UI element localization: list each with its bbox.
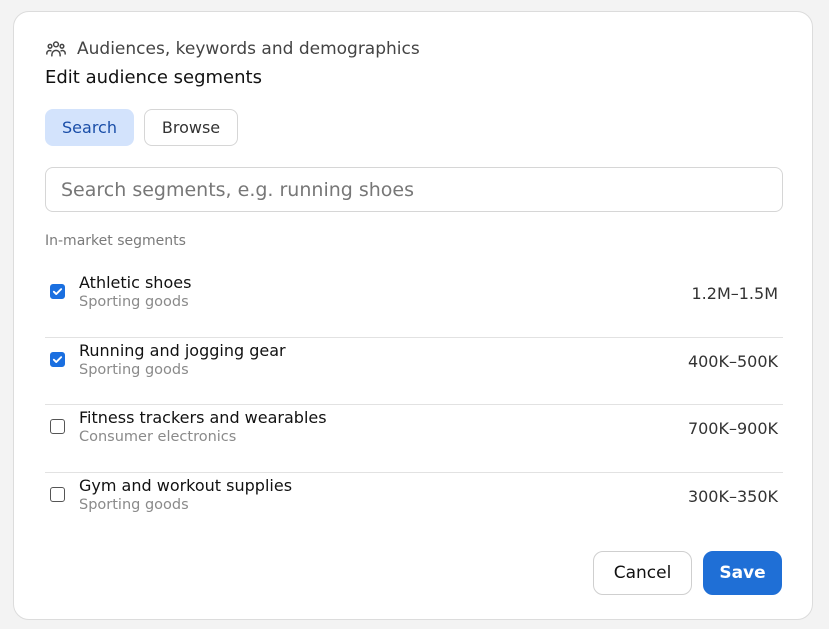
segment-list: Athletic shoes Sporting goods 1.2M–1.5M … (45, 270, 783, 540)
segment-row[interactable]: Gym and workout supplies Sporting goods … (45, 473, 783, 541)
save-button[interactable]: Save (703, 551, 782, 595)
segment-checkbox[interactable] (50, 486, 65, 502)
segment-name: Running and jogging gear (79, 340, 286, 360)
segment-size: 1.2M–1.5M (691, 284, 779, 303)
segment-category: Consumer electronics (79, 429, 237, 445)
segment-checkbox[interactable] (50, 351, 65, 367)
tab-browse[interactable]: Browse (144, 109, 238, 146)
segment-row[interactable]: Fitness trackers and wearables Consumer … (45, 405, 783, 473)
segment-category: Sporting goods (79, 496, 189, 513)
cancel-button[interactable]: Cancel (593, 551, 692, 595)
segment-size: 400K–500K (687, 351, 778, 371)
page-title: Edit audience segments (45, 67, 262, 88)
segment-category: Sporting goods (79, 361, 189, 378)
segment-checkbox[interactable] (50, 284, 65, 299)
segment-size: 700K–900K (687, 419, 778, 438)
search-input[interactable] (45, 167, 783, 212)
segment-size: 300K–350K (687, 486, 778, 506)
section-label: In-market segments (45, 233, 186, 249)
dialog-footer: Cancel Save (593, 551, 782, 595)
segment-row[interactable]: Athletic shoes Sporting goods 1.2M–1.5M (45, 270, 783, 338)
segment-name: Fitness trackers and wearables (79, 408, 327, 427)
tab-search[interactable]: Search (45, 109, 134, 146)
header-title: Audiences, keywords and demographics (77, 39, 420, 59)
segment-name: Gym and workout supplies (79, 475, 293, 495)
tab-bar: Search Browse (45, 109, 238, 146)
people-icon (46, 41, 66, 57)
dialog-header: Audiences, keywords and demographics (45, 37, 420, 61)
segment-checkbox[interactable] (50, 419, 65, 434)
edit-audience-dialog: Audiences, keywords and demographics Edi… (13, 11, 813, 620)
segment-row[interactable]: Running and jogging gear Sporting goods … (45, 338, 783, 405)
checkmark-icon (52, 355, 63, 363)
segment-category: Sporting goods (79, 294, 189, 310)
checkmark-icon (52, 288, 63, 295)
segment-name: Athletic shoes (79, 273, 192, 292)
